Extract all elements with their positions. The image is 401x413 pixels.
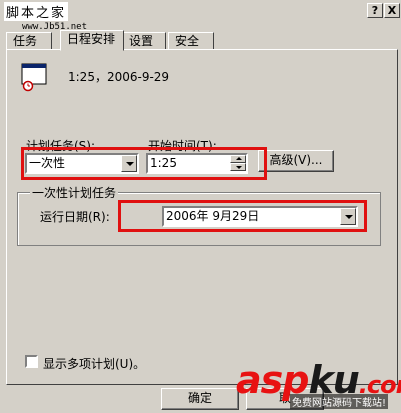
tab-schedule[interactable]: 日程安排 <box>60 30 124 51</box>
highlight-box-run-date <box>118 200 367 232</box>
once-schedule-group-title: 一次性计划任务 <box>30 184 119 201</box>
show-multiple-label: 显示多项计划(U)。 <box>43 357 146 371</box>
window-title: 脚本之家 <box>4 2 69 21</box>
schedule-summary: 1:25，2006-9-29 <box>68 70 170 84</box>
help-button[interactable]: ? <box>367 3 383 18</box>
tab-security[interactable]: 安全 <box>168 32 214 50</box>
highlight-box-schedule <box>21 147 267 180</box>
schedule-calendar-icon <box>21 63 47 92</box>
title-bar: 脚本之家 ? X <box>0 0 401 22</box>
ok-button[interactable]: 确定 <box>161 388 239 410</box>
advanced-button[interactable]: 高级(V)... <box>258 150 334 172</box>
tab-settings[interactable]: 设置 <box>122 32 166 50</box>
show-multiple-checkbox[interactable] <box>25 355 38 368</box>
close-button[interactable]: X <box>384 3 400 18</box>
tab-task[interactable]: 任务 <box>6 32 52 50</box>
aspku-tagline: 免费网站源码下载站! <box>290 394 389 409</box>
run-date-label: 运行日期(R): <box>40 210 110 224</box>
